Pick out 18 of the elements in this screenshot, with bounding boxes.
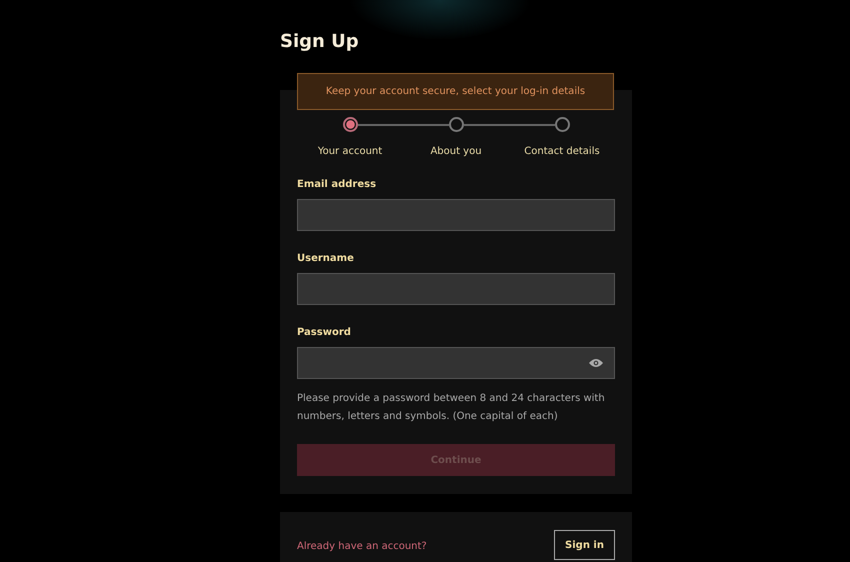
step-label: About you (430, 146, 482, 157)
field-label: Password (297, 327, 352, 338)
page-title: Sign Up (280, 30, 360, 54)
step-indicator[interactable] (342, 117, 358, 132)
field-label: Username (297, 253, 355, 264)
input-field[interactable] (297, 273, 615, 305)
input-field[interactable] (297, 347, 615, 379)
input-field[interactable] (297, 199, 615, 231)
sign-in-link[interactable]: Already have an account? (297, 541, 427, 552)
tooltip: Keep your account secure, select your log-in details (297, 73, 614, 110)
sign-in-button[interactable]: Sign in (554, 530, 615, 560)
password-hint: Please provide a password between 8 and 24 characters with numbers, letters and symbols. (One capital of each) (297, 392, 606, 424)
step-label: Contact details (524, 146, 600, 157)
eye-icon[interactable] (589, 358, 603, 368)
step-indicator[interactable] (448, 117, 464, 132)
step-indicator[interactable] (554, 117, 570, 132)
step-label: Your account (318, 146, 382, 157)
field-label: Email address (297, 179, 378, 190)
